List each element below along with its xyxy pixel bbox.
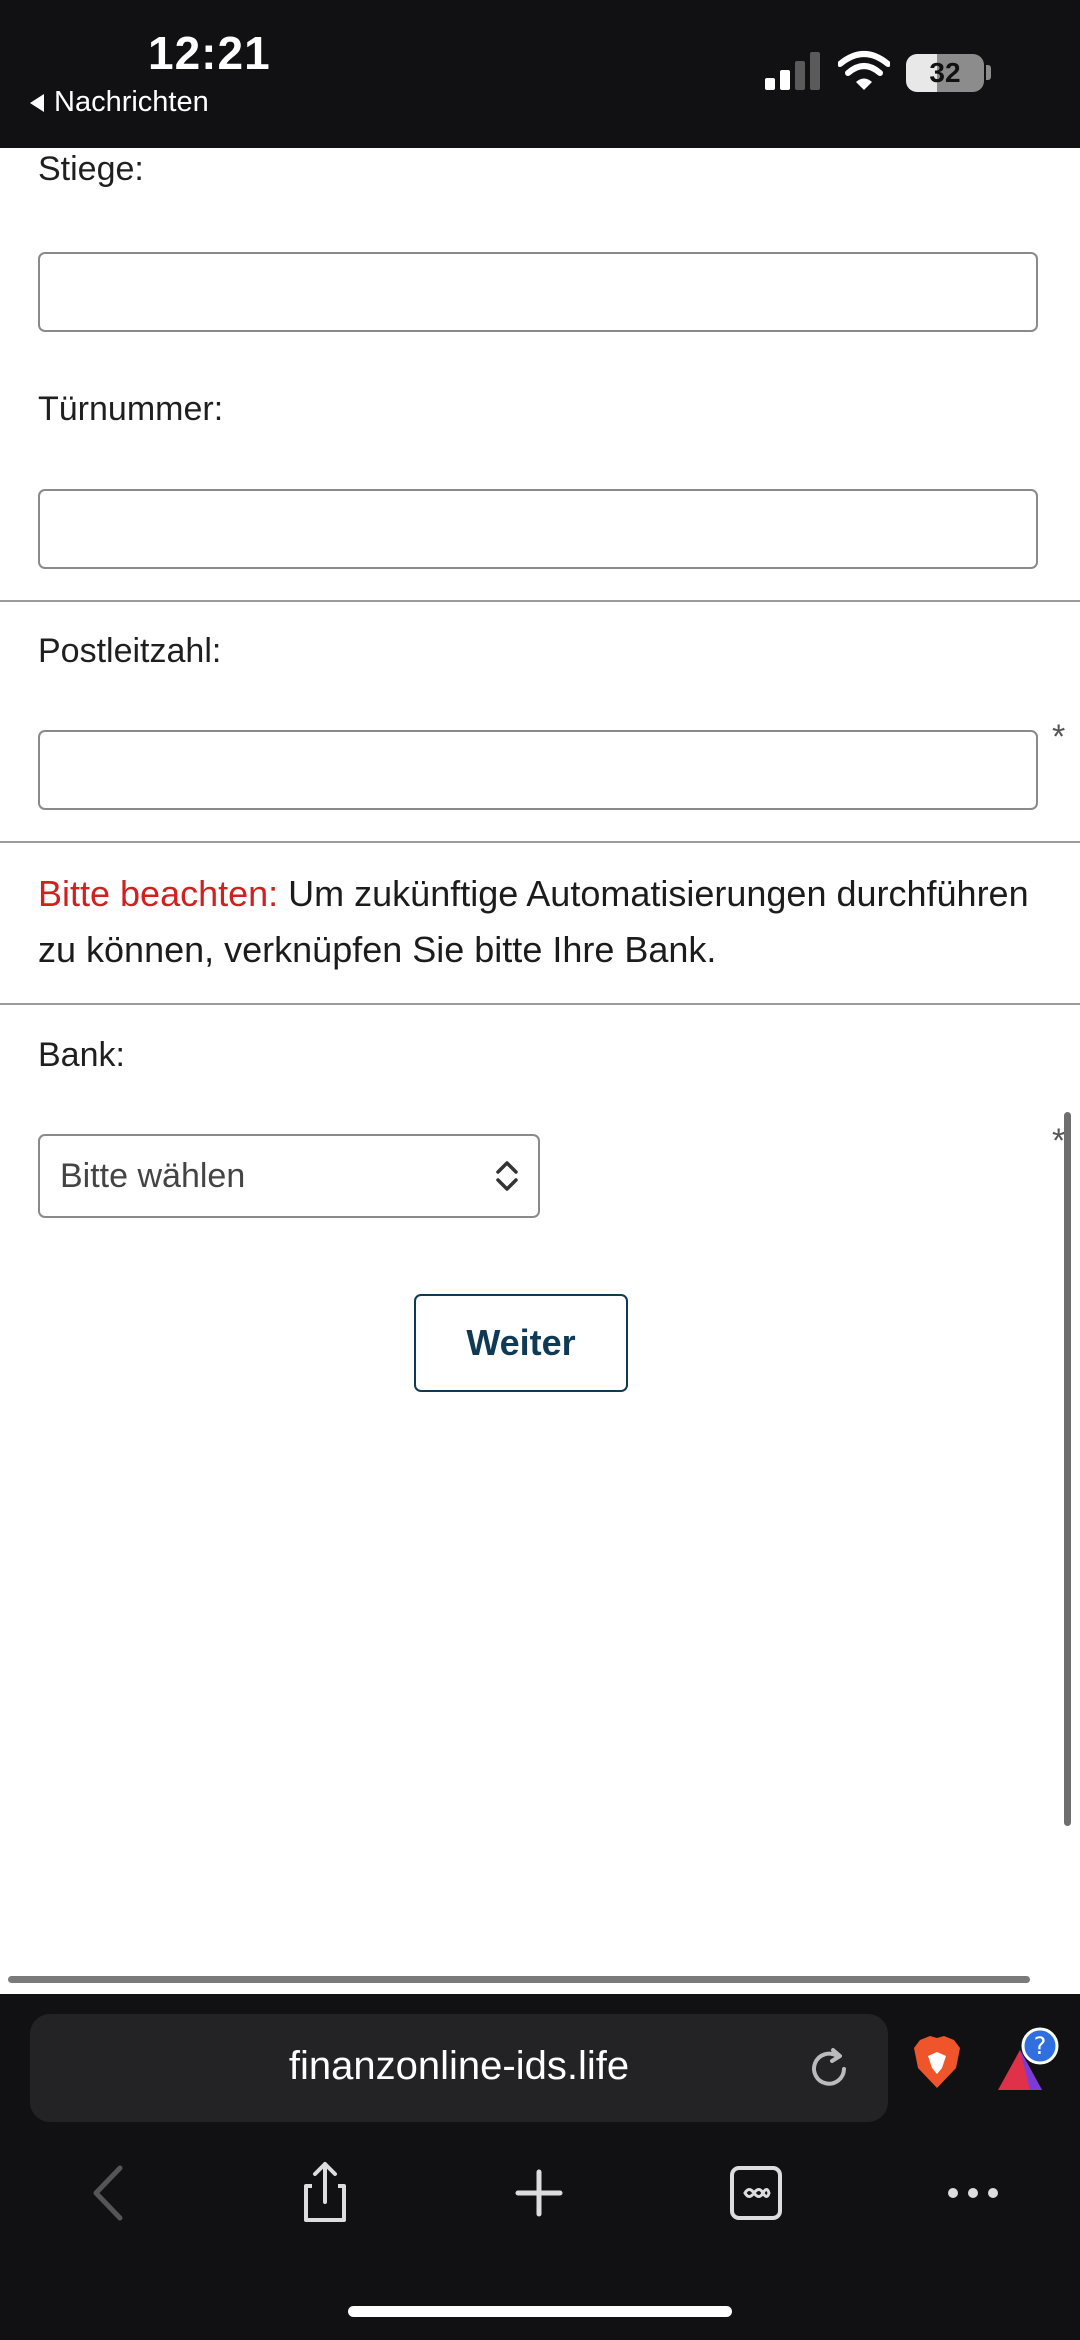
bank-select-value: Bitte wählen — [60, 1157, 246, 1195]
address-bar[interactable]: finanzonline-ids.life — [30, 2014, 888, 2122]
section-divider — [0, 600, 1080, 602]
browser-toolbar: finanzonline-ids.life ? — [0, 1994, 1080, 2340]
svg-text:?: ? — [1034, 2032, 1047, 2060]
stiege-input[interactable] — [38, 252, 1038, 332]
postleitzahl-input[interactable] — [38, 730, 1038, 810]
tuernummer-input[interactable] — [38, 489, 1038, 569]
status-bar: 12:21 Nachrichten 32 — [0, 0, 1080, 148]
chevron-updown-icon — [496, 1161, 518, 1191]
brave-shield-icon[interactable] — [910, 2034, 964, 2090]
back-to-app-label: Nachrichten — [54, 86, 209, 118]
home-indicator[interactable] — [348, 2306, 732, 2317]
weiter-button[interactable]: Weiter — [414, 1294, 628, 1392]
section-divider — [0, 841, 1080, 843]
section-divider — [0, 1003, 1080, 1005]
required-marker: * — [1052, 718, 1066, 756]
bank-label: Bank: — [38, 1036, 125, 1074]
rewards-icon[interactable]: ? — [990, 2026, 1060, 2096]
tabs-icon[interactable] — [721, 2160, 791, 2226]
bank-select[interactable]: Bitte wählen — [38, 1134, 540, 1218]
back-triangle-icon — [30, 93, 44, 112]
battery-level: 32 — [929, 57, 961, 88]
more-icon[interactable] — [938, 2160, 1008, 2226]
stiege-label: Stiege: — [38, 150, 144, 188]
tuernummer-label: Türnummer: — [38, 390, 224, 428]
back-icon[interactable] — [76, 2160, 146, 2226]
vertical-scrollbar[interactable] — [1064, 1112, 1071, 1826]
new-tab-icon[interactable] — [504, 2160, 574, 2226]
signal-icon — [765, 52, 820, 90]
battery-cap — [986, 65, 991, 80]
battery-icon: 32 — [906, 54, 984, 92]
share-icon[interactable] — [290, 2160, 360, 2226]
back-to-app-link[interactable]: Nachrichten — [30, 86, 209, 119]
bank-notice: Bitte beachten: Um zukünftige Automatisi… — [38, 866, 1048, 978]
horizontal-scrollbar[interactable] — [8, 1976, 1030, 1983]
wifi-icon — [838, 51, 890, 90]
clock: 12:21 — [148, 27, 271, 79]
postleitzahl-label: Postleitzahl: — [38, 632, 222, 670]
url-text: finanzonline-ids.life — [288, 2044, 630, 2088]
notice-warning-label: Bitte beachten: — [38, 873, 279, 914]
reload-icon[interactable] — [806, 2046, 852, 2092]
